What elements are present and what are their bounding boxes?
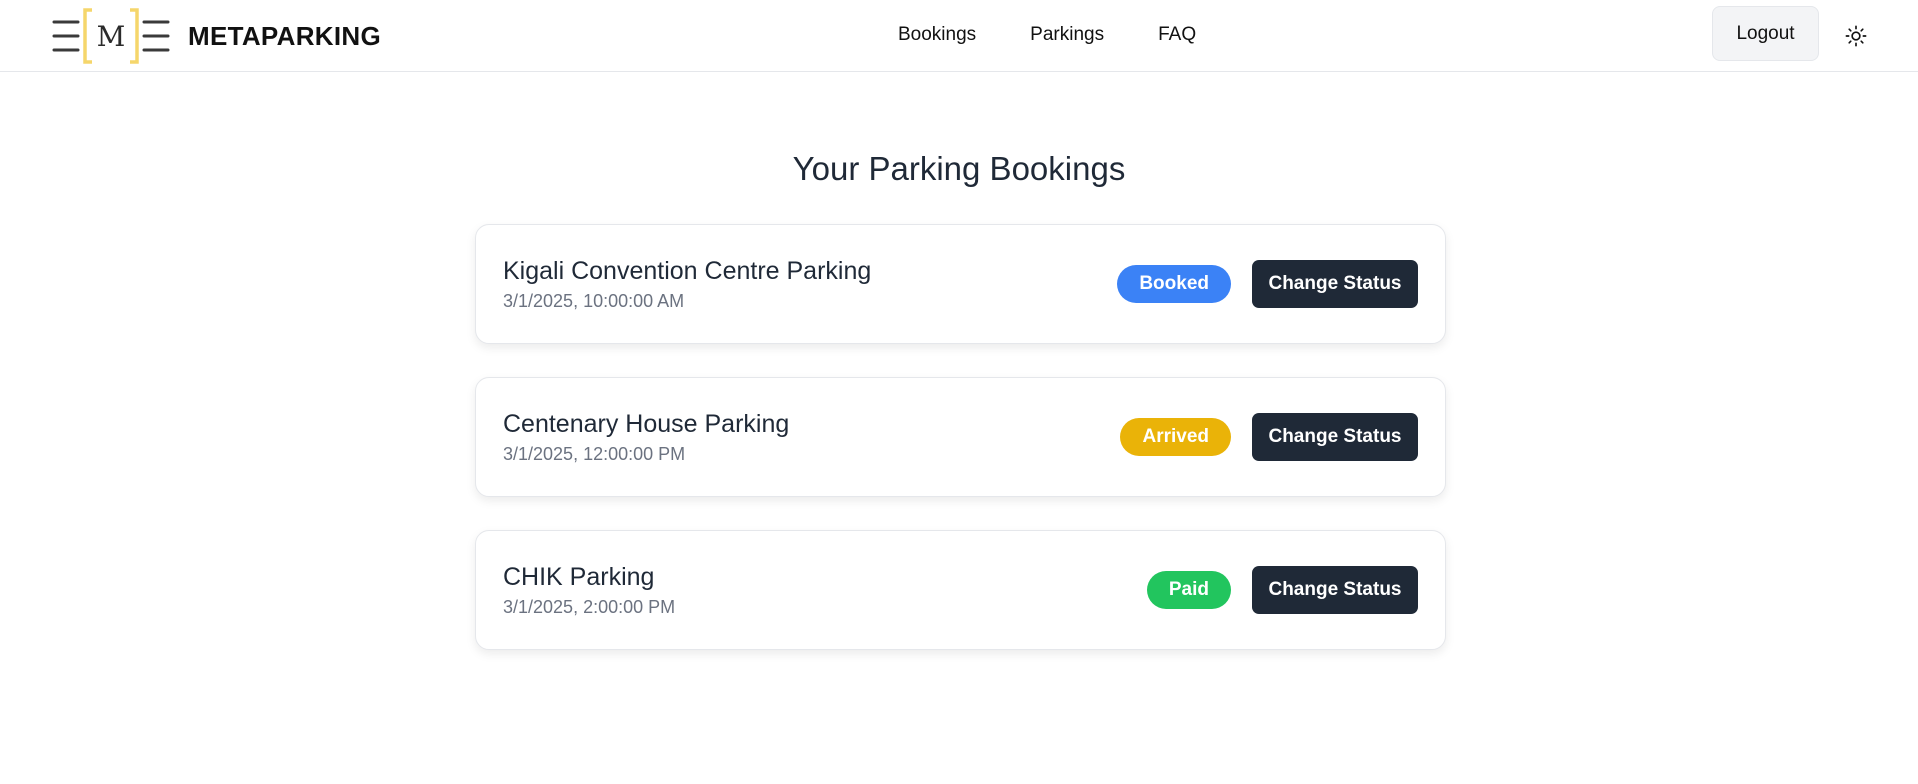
brand-name: METAPARKING (188, 20, 381, 51)
nav-faq[interactable]: FAQ (1158, 24, 1196, 46)
top-navbar: M METAPARKING Bookings Parkings FAQ Logo… (0, 0, 1918, 72)
booking-card: CHIK Parking 3/1/2025, 2:00:00 PM Paid C… (475, 530, 1446, 650)
status-badge: Arrived (1120, 418, 1231, 456)
booking-datetime: 3/1/2025, 2:00:00 PM (503, 597, 676, 617)
booking-datetime: 3/1/2025, 12:00:00 PM (503, 444, 686, 464)
logo-letter: M (97, 20, 126, 53)
nav-bookings[interactable]: Bookings (898, 24, 976, 46)
change-status-button[interactable]: Change Status (1252, 413, 1418, 461)
main-nav: Bookings Parkings FAQ (898, 0, 1250, 70)
booking-parking-name: Kigali Convention Centre Parking (503, 257, 872, 285)
change-status-button[interactable]: Change Status (1252, 566, 1418, 614)
change-status-button[interactable]: Change Status (1252, 260, 1418, 308)
page-title: Your Parking Bookings (792, 150, 1126, 187)
booking-parking-name: Centenary House Parking (503, 410, 790, 438)
booking-parking-name: CHIK Parking (503, 563, 655, 591)
nav-parkings[interactable]: Parkings (1030, 24, 1104, 46)
theme-toggle-button[interactable] (1842, 22, 1870, 50)
logout-button[interactable]: Logout (1712, 6, 1819, 61)
status-badge: Booked (1117, 265, 1231, 303)
booking-datetime: 3/1/2025, 10:00:00 AM (503, 291, 685, 311)
bookings-list: Kigali Convention Centre Parking 3/1/202… (475, 224, 1446, 683)
sun-icon (1845, 25, 1867, 47)
status-badge: Paid (1146, 571, 1231, 609)
brand[interactable]: M METAPARKING (52, 6, 381, 66)
booking-card: Centenary House Parking 3/1/2025, 12:00:… (475, 377, 1446, 497)
booking-card: Kigali Convention Centre Parking 3/1/202… (475, 224, 1446, 344)
metaparking-logo: M (52, 8, 170, 64)
